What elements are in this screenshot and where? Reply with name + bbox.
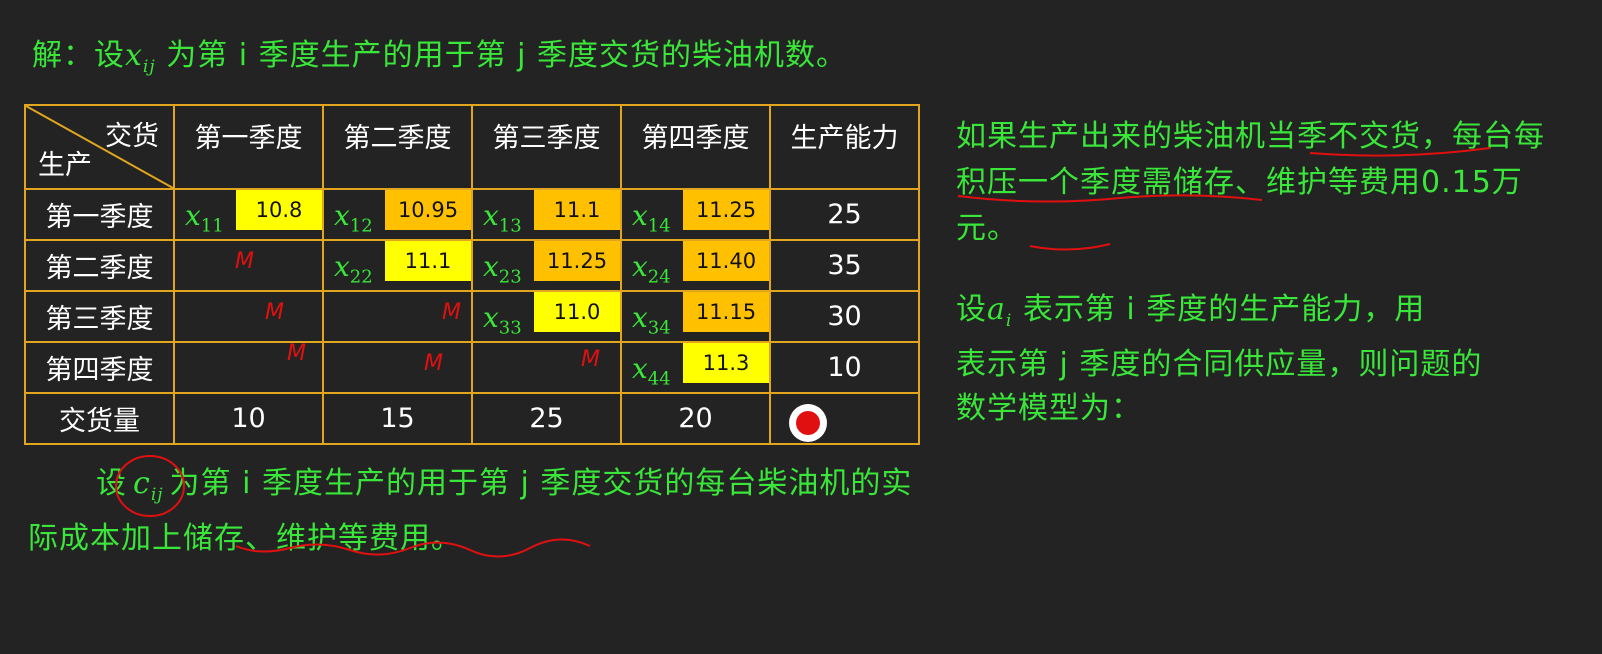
variable-cell: x11 10.8: [173, 188, 324, 241]
infeasible-cell: M: [471, 341, 622, 394]
variable-cell: x34 11.15: [620, 290, 771, 343]
title-variable: xij: [125, 38, 156, 77]
decision-variable: x33: [483, 301, 522, 339]
bottom-prefix: 设: [96, 466, 127, 501]
bottom-variable: cij: [133, 466, 164, 505]
infeasible-cell: M: [322, 290, 473, 343]
column-header: 第四季度: [620, 104, 771, 190]
decision-variable: x12: [334, 199, 373, 237]
table-row: 第四季度 M M Mx44 11.3 10: [24, 341, 920, 394]
unit-cost-box: 11.25: [683, 190, 769, 230]
big-m-mark: M: [235, 249, 254, 274]
unit-cost-box: 11.1: [534, 190, 620, 230]
title-rest: 为第 i 季度生产的用于第 j 季度交货的柴油机数。: [166, 38, 848, 73]
variable-cell: x44 11.3: [620, 341, 771, 394]
corner-label-delivery: 交货: [105, 121, 159, 152]
row-header: 第二季度: [24, 239, 175, 292]
row-header: 第三季度: [24, 290, 175, 343]
infeasible-cell: M: [173, 239, 324, 292]
decision-variable: x44: [632, 352, 671, 390]
table-header-row: 交货 生产 第一季度 第二季度 第三季度 第四季度 生产能力: [24, 104, 920, 190]
capacity-cell: 25: [769, 188, 920, 241]
unit-cost-box: 11.25: [534, 241, 620, 281]
column-header: 第一季度: [173, 104, 324, 190]
big-m-mark: M: [287, 341, 306, 366]
capacity-cell: 30: [769, 290, 920, 343]
decision-variable: x14: [632, 199, 671, 237]
unit-cost-box: 10.95: [385, 190, 471, 230]
cost-definition-paragraph: 设 cij 为第 i 季度生产的用于第 j 季度交货的每台柴油机的实际成本加上储存、…: [28, 462, 928, 561]
column-header: 第二季度: [322, 104, 473, 190]
big-m-mark: M: [581, 347, 600, 372]
production-delivery-table: 交货 生产 第一季度 第二季度 第三季度 第四季度 生产能力 第一季度 x11 10…: [24, 104, 920, 445]
table-row: 第二季度 Mx22 11.1 x23 11.25 x24 11.40 35: [24, 239, 920, 292]
big-m-mark: M: [265, 300, 284, 325]
pointer-cell: [769, 392, 920, 445]
decision-variable: x24: [632, 250, 671, 288]
variable-cell: x23 11.25: [471, 239, 622, 292]
variable-cell: x12 10.95: [322, 188, 473, 241]
row-header: 第四季度: [24, 341, 175, 394]
unit-cost-box: 11.0: [534, 292, 620, 332]
decision-variable: x11: [185, 199, 224, 237]
model-intro: 设ai 表示第 i 季度的生产能力，用 表示第 j 季度的合同供应量，则问题的 …: [956, 288, 1556, 431]
model-intro-line3: 数学模型为：: [956, 391, 1142, 426]
unit-cost-box: 11.1: [385, 241, 471, 281]
capacity-cell: 10: [769, 341, 920, 394]
unit-cost-box: 10.8: [236, 190, 322, 230]
corner-label-production: 生产: [38, 150, 92, 181]
variable-cell: x22 11.1: [322, 239, 473, 292]
storage-cost-note: 如果生产出来的柴油机当季不交货，每台每积压一个季度需储存、维护等费用0.15万元…: [956, 119, 1545, 246]
table-row: 第三季度 M Mx33 11.0 x34 11.15 30: [24, 290, 920, 343]
variable-cell: x24 11.40: [620, 239, 771, 292]
infeasible-cell: M: [173, 341, 324, 394]
row-header: 交货量: [24, 392, 175, 445]
big-m-mark: M: [442, 300, 461, 325]
unit-cost-box: 11.40: [683, 241, 769, 281]
delivery-cell: 20: [620, 392, 771, 445]
capacity-variable: ai: [987, 292, 1013, 331]
capacity-cell: 35: [769, 239, 920, 292]
unit-cost-box: 11.3: [683, 343, 769, 383]
variable-cell: x33 11.0: [471, 290, 622, 343]
delivery-cell: 25: [471, 392, 622, 445]
corner-header-cell: 交货 生产: [24, 104, 175, 190]
column-header: 第三季度: [471, 104, 622, 190]
infeasible-cell: M: [173, 290, 324, 343]
table-row: 第一季度 x11 10.8 x12 10.95 x13 11.1 x14 11.25 25: [24, 188, 920, 241]
decision-variable: x23: [483, 250, 522, 288]
red-cursor-icon: [789, 404, 827, 442]
title-prefix: 解：设: [32, 38, 125, 73]
column-header: 生产能力: [769, 104, 920, 190]
model-intro-line1: 设ai 表示第 i 季度的生产能力，用: [956, 292, 1426, 331]
variable-cell: x14 11.25: [620, 188, 771, 241]
row-header: 第一季度: [24, 188, 175, 241]
unit-cost-box: 11.15: [683, 292, 769, 332]
decision-variable: x34: [632, 301, 671, 339]
variable-cell: x13 11.1: [471, 188, 622, 241]
model-intro-line2: 表示第 j 季度的合同供应量，则问题的: [956, 347, 1483, 382]
decision-variable: x22: [334, 250, 373, 288]
delivery-row: 交货量 10 15 25 20: [24, 392, 920, 445]
delivery-cell: 15: [322, 392, 473, 445]
infeasible-cell: M: [322, 341, 473, 394]
solution-title: 解：设xij 为第 i 季度生产的用于第 j 季度交货的柴油机数。: [32, 30, 847, 77]
big-m-mark: M: [424, 351, 443, 376]
decision-variable: x13: [483, 199, 522, 237]
delivery-cell: 10: [173, 392, 324, 445]
